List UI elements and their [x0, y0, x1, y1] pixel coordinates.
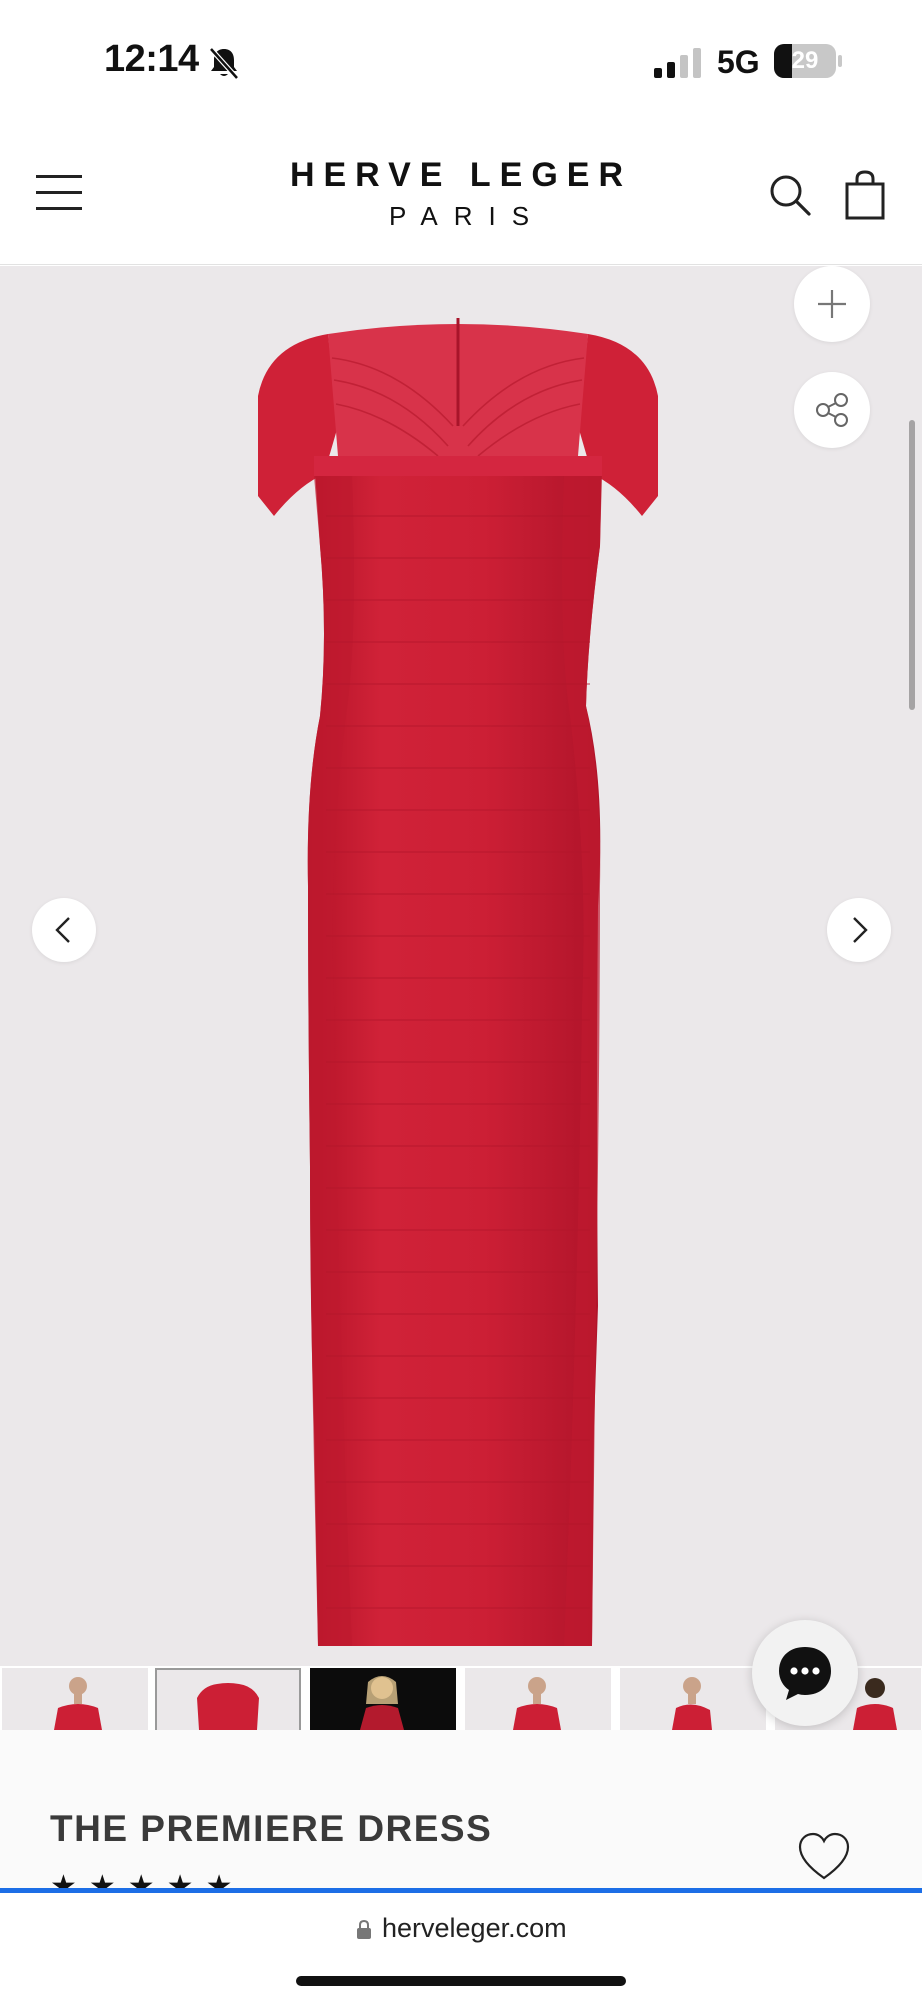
- thumbnail-4[interactable]: [465, 1668, 611, 1730]
- brand-city: PARIS: [388, 201, 546, 231]
- plus-icon: [818, 290, 846, 318]
- url-text: herveleger.com: [382, 1913, 567, 1943]
- shopping-bag-icon[interactable]: [844, 170, 886, 220]
- home-indicator[interactable]: [296, 1976, 626, 1986]
- share-icon: [816, 393, 848, 427]
- brand-logo[interactable]: HERVE LEGER PARIS: [250, 154, 672, 236]
- product-image-dress: [258, 318, 658, 1646]
- search-icon[interactable]: [768, 173, 812, 217]
- chat-button[interactable]: [752, 1620, 858, 1726]
- product-image-gallery[interactable]: [0, 266, 922, 1666]
- site-header: HERVE LEGER PARIS: [0, 120, 922, 265]
- chevron-left-icon: [55, 917, 70, 943]
- next-image-button[interactable]: [827, 898, 891, 962]
- menu-button[interactable]: [36, 175, 82, 211]
- product-info: THE PREMIERE DRESS ★★★★★: [0, 1730, 922, 1890]
- battery-level: 29: [791, 47, 819, 74]
- chevron-right-icon: [853, 917, 868, 943]
- previous-image-button[interactable]: [32, 898, 96, 962]
- browser-address-bar[interactable]: herveleger.com: [0, 1893, 922, 2000]
- thumbnail-5[interactable]: [620, 1668, 766, 1730]
- thumbnail-3[interactable]: [310, 1668, 456, 1730]
- share-button[interactable]: [794, 372, 870, 448]
- chat-bubble-icon: [779, 1647, 831, 1700]
- page: 12:14 5G 29 HERVE LEGER PARIS THE PREMIE…: [0, 0, 922, 2000]
- heart-icon[interactable]: [796, 1830, 852, 1886]
- status-bar: 12:14 5G 29: [0, 0, 922, 120]
- status-time: 12:14: [104, 38, 199, 80]
- thumbnail-1[interactable]: [2, 1668, 148, 1730]
- product-title: THE PREMIERE DRESS: [50, 1808, 493, 1849]
- signal-icon: [654, 48, 701, 78]
- bell-off-icon: [209, 47, 239, 80]
- thumbnail-2[interactable]: [155, 1668, 301, 1730]
- network-type: 5G: [717, 44, 760, 80]
- brand-name: HERVE LEGER: [289, 156, 633, 194]
- battery-icon: 29: [774, 44, 842, 78]
- lock-icon: [357, 1919, 371, 1939]
- zoom-button[interactable]: [794, 266, 870, 342]
- scroll-indicator[interactable]: [909, 420, 915, 710]
